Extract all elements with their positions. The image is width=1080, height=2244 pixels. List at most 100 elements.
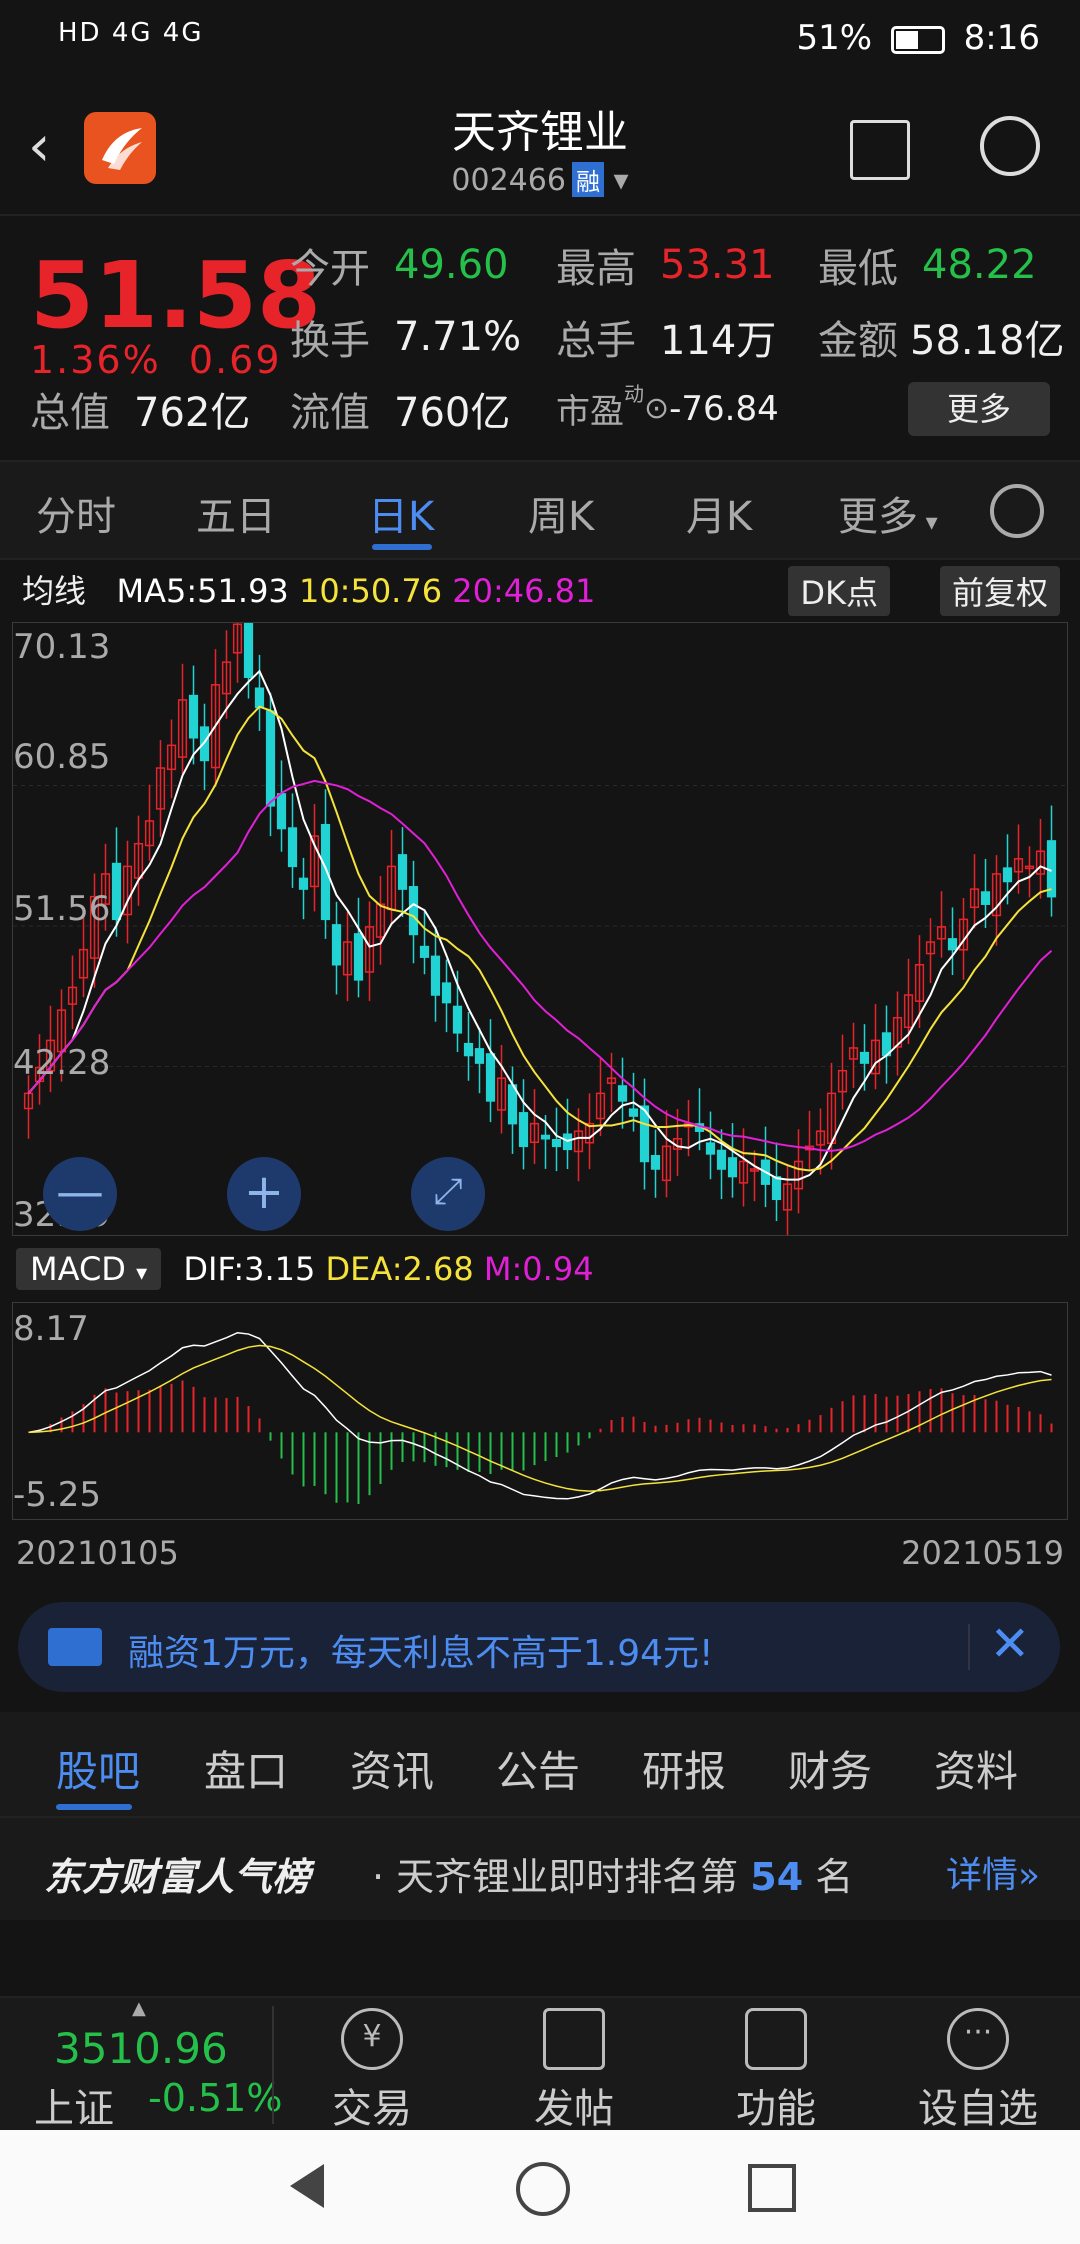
low-label: 最低 <box>818 246 898 292</box>
tab-research[interactable]: 研报 <box>642 1738 726 1799</box>
candle <box>804 1110 815 1170</box>
y-tick-4: 42.28 <box>13 1043 111 1083</box>
tab-weekly-k[interactable]: 周K <box>528 484 594 542</box>
active-tab-indicator <box>372 544 432 550</box>
more-button[interactable]: 更多 <box>908 382 1050 436</box>
zoom-in-button[interactable]: + <box>227 1157 301 1231</box>
candle <box>1024 846 1035 898</box>
megaphone-icon <box>48 1628 102 1666</box>
candle <box>177 663 188 775</box>
candle <box>133 815 144 906</box>
macd-legend: MACD ▾ DIF:3.15 DEA:2.68 M:0.94 <box>16 1248 594 1290</box>
mktcap-label: 总值 <box>30 390 110 436</box>
candle <box>738 1128 749 1207</box>
tab-more[interactable]: 更多 ▾ <box>838 484 938 542</box>
candle <box>496 1044 507 1134</box>
current-price: 51.58 <box>30 242 322 349</box>
rank-prefix: · 天齐锂业即时排名第 <box>372 1855 739 1899</box>
chevron-down-icon: ▾ <box>136 1261 148 1286</box>
nav-back-icon[interactable] <box>290 2164 324 2208</box>
close-icon[interactable]: ✕ <box>990 1616 1030 1672</box>
high-value: 53.31 <box>660 242 775 288</box>
candle <box>749 1150 760 1202</box>
candle <box>67 955 78 1030</box>
candle <box>122 840 133 944</box>
section-tabs: 股吧 盘口 资讯 公告 研报 财务 资料 <box>0 1712 1080 1816</box>
candle <box>298 857 309 920</box>
low-value: 48.22 <box>922 242 1037 288</box>
banner-text: 融资1万元，每天利息不高于1.94元! <box>128 1633 714 1674</box>
tab-pankou[interactable]: 盘口 <box>204 1738 288 1799</box>
candle <box>243 583 254 699</box>
tab-five-day[interactable]: 五日 <box>196 484 276 542</box>
double-chevron-right-icon: » <box>1017 1855 1040 1896</box>
candle <box>419 910 430 975</box>
popularity-rank[interactable]: 东方财富人气榜 · 天齐锂业即时排名第 54 名 详情» <box>0 1816 1080 1922</box>
candle <box>529 1089 540 1164</box>
tab-news[interactable]: 资讯 <box>350 1738 434 1799</box>
share-icon[interactable] <box>850 120 910 180</box>
rank-brand: 东方财富人气榜 <box>44 1855 311 1899</box>
tab-announcements[interactable]: 公告 <box>496 1738 580 1799</box>
gear-icon[interactable] <box>990 484 1044 538</box>
macd-chart[interactable]: 8.17 -5.25 <box>12 1302 1068 1520</box>
candle <box>397 827 408 918</box>
tab-monthly-k[interactable]: 月K <box>686 484 752 542</box>
dk-point-button[interactable]: DK点 <box>788 566 890 616</box>
promo-banner[interactable]: 融资1万元，每天利息不高于1.94元! ✕ <box>18 1602 1060 1692</box>
post-label: 发帖 <box>534 2086 614 2132</box>
tab-guba[interactable]: 股吧 <box>56 1738 140 1799</box>
candle <box>309 804 320 912</box>
toolbar-divider <box>272 2006 274 2124</box>
candle <box>650 1129 661 1198</box>
candle <box>485 1019 496 1123</box>
pe-label: 市盈 <box>556 392 624 432</box>
open-label: 今开 <box>290 246 370 292</box>
tab-intraday[interactable]: 分时 <box>36 484 116 542</box>
candle <box>705 1111 716 1180</box>
candle <box>771 1142 782 1222</box>
candle <box>947 907 958 976</box>
post-button[interactable]: 发帖 <box>504 2008 644 2134</box>
macd-y-tick-1: 8.17 <box>13 1309 89 1349</box>
candle <box>1035 818 1046 899</box>
banner-divider <box>968 1624 970 1670</box>
ma10-value: 10:50.76 <box>298 572 443 610</box>
tab-finance[interactable]: 财务 <box>788 1738 872 1799</box>
trade-button[interactable]: ¥ 交易 <box>302 2008 442 2134</box>
price-change: 1.36% 0.69 <box>30 338 282 382</box>
candle <box>441 959 452 1033</box>
rank-text: · 天齐锂业即时排名第 54 名 <box>372 1846 853 1901</box>
candle <box>793 1129 804 1214</box>
pe-group[interactable]: 市盈 动 ⊙ -76.84 <box>556 382 779 433</box>
stock-code-row[interactable]: 002466 融 ▾ <box>0 162 1080 198</box>
zoom-out-button[interactable]: — <box>43 1157 117 1231</box>
tab-daily-k[interactable]: 日K <box>368 484 434 542</box>
macd-selector[interactable]: MACD ▾ <box>16 1248 162 1290</box>
rank-details-link[interactable]: 详情» <box>946 1846 1040 1898</box>
add-watchlist-label: 设自选 <box>918 2086 1038 2132</box>
candle <box>463 1012 474 1081</box>
caret-up-icon: ▲ <box>132 1998 146 2019</box>
caret-down-icon: ▾ <box>918 508 938 536</box>
functions-button[interactable]: 功能 <box>706 2008 846 2134</box>
dif-value: DIF:3.15 <box>183 1250 316 1288</box>
rank-number: 54 <box>750 1855 804 1899</box>
adjust-button[interactable]: 前复权 <box>939 566 1060 616</box>
candle <box>617 1057 628 1129</box>
candle <box>848 1022 859 1089</box>
kline-chart[interactable]: 70.13 60.85 51.56 42.28 32.99 — + ⤢ <box>12 583 1068 1241</box>
expand-icon[interactable]: ⤢ <box>411 1157 485 1231</box>
candle <box>364 901 375 1001</box>
ma20-line <box>27 779 1053 1152</box>
candle <box>991 855 1002 946</box>
search-icon[interactable] <box>980 116 1040 176</box>
nav-home-icon[interactable] <box>516 2162 570 2216</box>
stock-name: 天齐锂业 <box>452 107 628 158</box>
add-watchlist-button[interactable]: ··· 设自选 <box>908 2008 1048 2134</box>
tab-profile[interactable]: 资料 <box>934 1738 1018 1799</box>
ma20-value: 20:46.81 <box>452 572 596 610</box>
info-icon[interactable]: ⊙ <box>644 391 669 426</box>
index-value[interactable]: 3510.96 <box>54 2024 228 2073</box>
nav-recents-icon[interactable] <box>748 2164 796 2212</box>
